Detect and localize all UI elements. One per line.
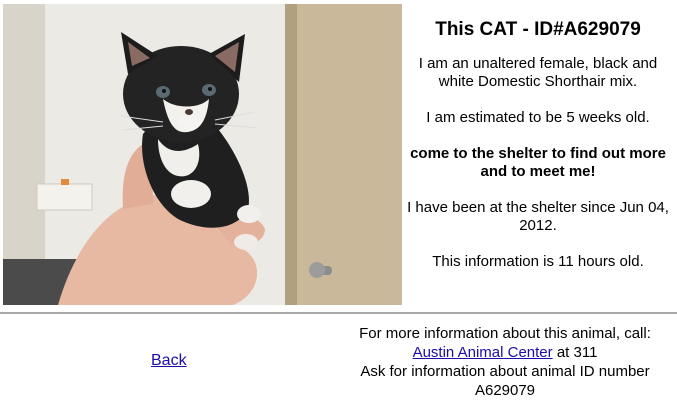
austin-animal-center-link[interactable]: Austin Animal Center [413, 344, 553, 361]
animal-age: I am estimated to be 5 weeks old. [426, 109, 650, 126]
animal-description: I am an unaltered female, black and whit… [418, 55, 658, 90]
animal-id: A629079 [474, 382, 536, 399]
contact-info: For more information about this animal, … [333, 324, 677, 400]
back-link[interactable]: Back [151, 352, 187, 370]
animal-info-panel: This CAT - ID#A629079 I am an unaltered … [402, 4, 674, 289]
ask-text: Ask for information about animal ID numb… [360, 363, 650, 380]
kitten-photo [3, 4, 402, 305]
phone-text: at 311 [552, 344, 598, 361]
section-divider [0, 312, 677, 314]
info-freshness: This information is 11 hours old. [432, 253, 644, 270]
more-info-text: For more information about this animal, … [359, 325, 651, 342]
call-to-action: come to the shelter to find out more and… [410, 145, 666, 180]
shelter-since: I have been at the shelter since Jun 04,… [407, 199, 669, 234]
center-line: Austin Animal Center at 311 [333, 343, 677, 362]
animal-title: This CAT - ID#A629079 [435, 19, 641, 40]
